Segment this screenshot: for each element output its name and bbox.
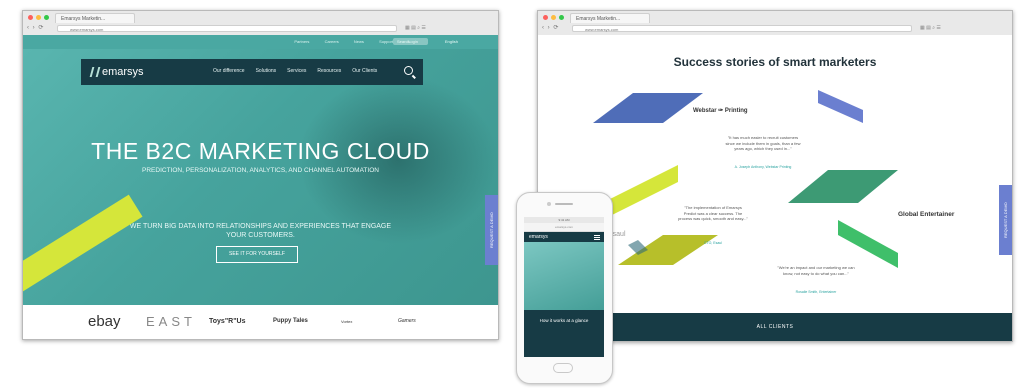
emarsys-logo-icon xyxy=(89,67,101,77)
utility-link[interactable]: News xyxy=(354,39,364,44)
close-window-button[interactable] xyxy=(28,15,33,20)
utility-bar: Partners Careers News Support Login Sear… xyxy=(23,35,498,49)
mobile-info-section: How it works at a glance xyxy=(524,310,604,357)
hamburger-menu-icon[interactable] xyxy=(594,235,600,240)
home-button[interactable] xyxy=(553,363,573,373)
quote-author-1[interactable]: A. Joseph Anthony, Webstar Printing xyxy=(723,165,803,169)
nav-menu: Our difference Solutions Services Resour… xyxy=(213,68,377,74)
utility-link[interactable]: Support xyxy=(379,39,393,44)
story-image-2[interactable] xyxy=(788,170,898,203)
nav-item-our-clients[interactable]: Our Clients xyxy=(352,68,377,74)
client-logo-toysrus: Toys"R"Us xyxy=(209,318,246,325)
nav-item-resources[interactable]: Resources xyxy=(317,68,341,74)
camera-icon xyxy=(547,202,551,206)
mobile-section-heading: How it works at a glance xyxy=(539,318,589,323)
search-icon[interactable] xyxy=(404,66,413,75)
emarsys-logo[interactable]: emarsys xyxy=(89,66,144,78)
window-controls xyxy=(28,15,49,20)
client-logo-gamers: Gamers xyxy=(398,318,416,324)
quote-author-2[interactable]: CTO, Esaul xyxy=(678,241,748,245)
client-logo-ebay: ebay xyxy=(88,313,121,330)
request-demo-tab[interactable]: REQUEST A DEMO xyxy=(485,195,498,265)
speaker-grille xyxy=(555,203,573,205)
back-forward-icons[interactable]: ‹ › ⟳ xyxy=(542,25,559,32)
nav-item-services[interactable]: Services xyxy=(287,68,306,74)
brand-webstar: Webstar ✑ Printing xyxy=(693,108,748,114)
story-image-1[interactable] xyxy=(593,93,703,123)
hero-section: Partners Careers News Support Login Sear… xyxy=(23,35,498,305)
browser-toolbar: Emarsys Marketin... ‹ › ⟳ www.emarsys.co… xyxy=(538,11,1012,36)
hero-subtitle: PREDICTION, PERSONALIZATION, ANALYTICS, … xyxy=(142,167,379,174)
browser-window-homepage: Emarsys Marketin... ‹ › ⟳ www.emarsys.co… xyxy=(22,10,499,340)
quote-text-3: "We're an impact and our marketing we ca… xyxy=(777,265,855,276)
phone-screen: 9:41 AM emarsys.com emarsys How it works… xyxy=(524,217,604,357)
minimize-window-button[interactable] xyxy=(551,15,556,20)
decorative-stripe xyxy=(23,194,143,305)
back-forward-icons[interactable]: ‹ › ⟳ xyxy=(27,25,44,32)
mobile-logo[interactable]: emarsys xyxy=(529,234,548,240)
hero-tagline: WE TURN BIG DATA INTO RELATIONSHIPS AND … xyxy=(129,223,392,239)
quote-text-1: "It has much easier to recruit customers… xyxy=(725,135,801,151)
hero-title: THE B2C MARKETING CLOUD xyxy=(91,138,430,164)
close-window-button[interactable] xyxy=(543,15,548,20)
utility-search-input[interactable]: Search xyxy=(393,38,428,45)
nav-item-solutions[interactable]: Solutions xyxy=(256,68,277,74)
decorative-stripe-green xyxy=(838,220,898,268)
minimize-window-button[interactable] xyxy=(36,15,41,20)
toolbar-icons[interactable]: ▦ ▤ ⌕ ☰ xyxy=(405,25,426,32)
mobile-hero-image xyxy=(524,242,604,310)
decorative-stripe-violet xyxy=(818,90,863,123)
mobile-phone: 9:41 AM emarsys.com emarsys How it works… xyxy=(516,192,613,384)
main-navbar: emarsys Our difference Solutions Service… xyxy=(81,59,423,85)
see-it-button[interactable]: SEE IT FOR YOURSELF xyxy=(216,246,298,263)
logo-text: emarsys xyxy=(102,66,144,78)
quote-author-3[interactable]: Rosalie Smith, Entertainer xyxy=(776,290,856,294)
window-controls xyxy=(543,15,564,20)
language-selector[interactable]: English xyxy=(445,39,458,44)
quote-text-2: "The implementation of Emarsys Predict w… xyxy=(678,205,748,221)
utility-link[interactable]: Partners xyxy=(294,39,309,44)
client-logos-strip: ebay EAST Toys"R"Us Puppy Tales Vortex G… xyxy=(23,305,498,339)
maximize-window-button[interactable] xyxy=(44,15,49,20)
maximize-window-button[interactable] xyxy=(559,15,564,20)
client-logo-puppy: Puppy Tales xyxy=(273,318,308,324)
client-logo-east: EAST xyxy=(146,314,196,329)
client-logo-vortex: Vortex xyxy=(341,319,353,324)
brand-entertainer: Global Entertainer xyxy=(898,211,955,218)
browser-tab[interactable]: Emarsys Marketin... xyxy=(570,13,650,23)
toolbar-icons[interactable]: ▦ ▤ ⌕ ☰ xyxy=(920,25,941,32)
request-demo-tab[interactable]: REQUEST A DEMO xyxy=(999,185,1012,255)
mobile-address-bar[interactable]: emarsys.com xyxy=(524,223,604,232)
address-bar[interactable]: www.emarsys.com xyxy=(57,25,397,32)
utility-link[interactable]: Careers xyxy=(325,39,339,44)
address-bar[interactable]: www.emarsys.com xyxy=(572,25,912,32)
browser-toolbar: Emarsys Marketin... ‹ › ⟳ www.emarsys.co… xyxy=(23,11,498,36)
browser-tab[interactable]: Emarsys Marketin... xyxy=(55,13,135,23)
nav-item-our-difference[interactable]: Our difference xyxy=(213,68,245,74)
